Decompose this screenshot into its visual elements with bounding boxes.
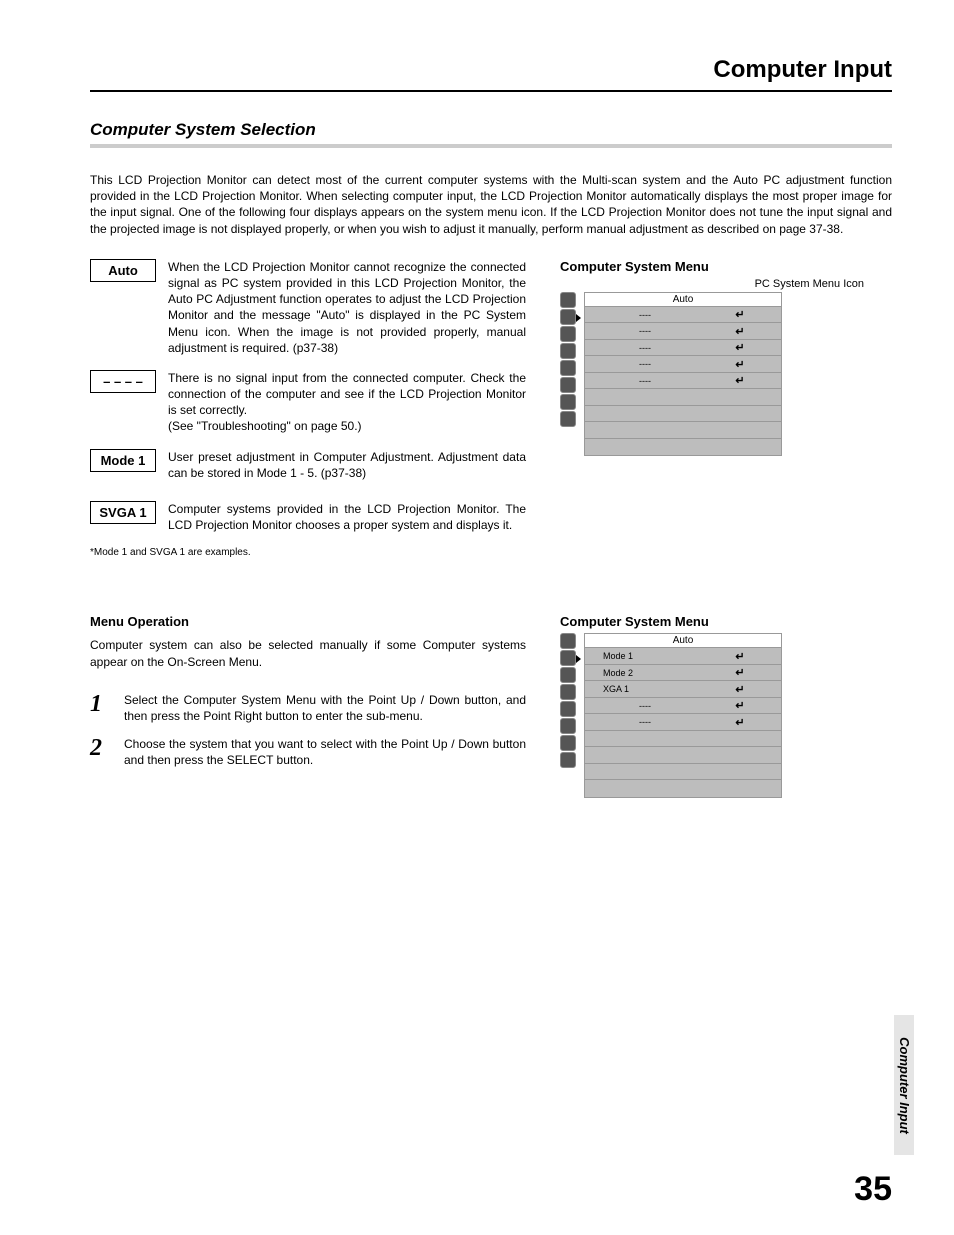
menu-icon (560, 701, 576, 717)
menu1-sidebar-icons (560, 292, 576, 427)
enter-icon: ↵ (705, 308, 775, 321)
menu-icon (560, 684, 576, 700)
menu-row (585, 764, 781, 781)
section-title: Computer System Selection (90, 120, 892, 148)
menu-operation-heading: Menu Operation (90, 614, 526, 629)
mode-mode1-text: User preset adjustment in Computer Adjus… (168, 449, 526, 481)
menu1-caption: PC System Menu Icon (560, 278, 870, 290)
menu-row: ----↵ (585, 373, 781, 390)
menu-icon (560, 667, 576, 683)
menu-icon (560, 360, 576, 376)
menu-row (585, 406, 781, 423)
menu-icon (560, 650, 576, 666)
menu-icon (560, 326, 576, 342)
menu-row (585, 731, 781, 748)
menu-icon (560, 309, 576, 325)
mode-auto-badge: Auto (90, 259, 156, 282)
mode-auto-row: Auto When the LCD Projection Monitor can… (90, 259, 526, 356)
mode-auto-text: When the LCD Projection Monitor cannot r… (168, 259, 526, 356)
menu-icon (560, 343, 576, 359)
menu2-sidebar-icons (560, 633, 576, 768)
enter-icon: ↵ (705, 716, 775, 729)
menu-row: ----↵ (585, 698, 781, 715)
enter-icon: ↵ (705, 374, 775, 387)
mode-svga1-row: SVGA 1 Computer systems provided in the … (90, 501, 526, 533)
menu-row (585, 780, 781, 797)
step-text: Select the Computer System Menu with the… (124, 692, 526, 724)
menu-operation-text: Computer system can also be selected man… (90, 637, 526, 669)
side-tab-label: Computer Input (897, 1037, 912, 1134)
page-header: Computer Input (90, 56, 892, 92)
step-2: 2 Choose the system that you want to sel… (90, 736, 526, 768)
menu-icon (560, 718, 576, 734)
enter-icon: ↵ (705, 650, 775, 663)
menu2-heading: Computer System Menu (560, 614, 870, 629)
mode-svga1-text: Computer systems provided in the LCD Pro… (168, 501, 526, 533)
enter-icon: ↵ (705, 358, 775, 371)
enter-icon: ↵ (705, 341, 775, 354)
menu-row: XGA 1↵ (585, 681, 781, 698)
menu-icon (560, 752, 576, 768)
page-number: 35 (854, 1170, 892, 1209)
menu-icon (560, 292, 576, 308)
menu-row: ----↵ (585, 307, 781, 324)
menu-row: ----↵ (585, 340, 781, 357)
menu1-table: Auto ----↵ ----↵ ----↵ ----↵ ----↵ (584, 292, 782, 457)
step-text: Choose the system that you want to selec… (124, 736, 526, 768)
menu-row: ----↵ (585, 323, 781, 340)
step-1: 1 Select the Computer System Menu with t… (90, 692, 526, 724)
enter-icon: ↵ (705, 683, 775, 696)
menu-icon (560, 394, 576, 410)
mode-svga1-badge: SVGA 1 (90, 501, 156, 524)
intro-paragraph: This LCD Projection Monitor can detect m… (90, 172, 892, 237)
mode-mode1-badge: Mode 1 (90, 449, 156, 472)
menu-row: ----↵ (585, 356, 781, 373)
mode-dashes-row: – – – – There is no signal input from th… (90, 370, 526, 435)
enter-icon: ↵ (705, 325, 775, 338)
footnote: *Mode 1 and SVGA 1 are examples. (90, 547, 526, 558)
menu2-table: Auto Mode 1↵ Mode 2↵ XGA 1↵ ----↵ ----↵ (584, 633, 782, 798)
enter-icon: ↵ (705, 666, 775, 679)
step-number: 2 (90, 736, 110, 768)
menu-icon (560, 735, 576, 751)
side-tab: Computer Input (894, 1015, 914, 1155)
menu-row: ----↵ (585, 714, 781, 731)
mode-mode1-row: Mode 1 User preset adjustment in Compute… (90, 449, 526, 481)
menu-row (585, 439, 781, 456)
mode-dashes-badge: – – – – (90, 370, 156, 393)
menu1-header: Auto (585, 293, 781, 307)
enter-icon: ↵ (705, 699, 775, 712)
menu2-header: Auto (585, 634, 781, 648)
menu-row (585, 747, 781, 764)
menu1-heading: Computer System Menu (560, 259, 870, 274)
menu-icon (560, 633, 576, 649)
menu-row (585, 389, 781, 406)
mode-dashes-text: There is no signal input from the connec… (168, 370, 526, 435)
menu-icon (560, 377, 576, 393)
step-number: 1 (90, 692, 110, 724)
menu-row: Mode 1↵ (585, 648, 781, 665)
menu-row (585, 422, 781, 439)
menu-row: Mode 2↵ (585, 665, 781, 682)
menu-icon (560, 411, 576, 427)
